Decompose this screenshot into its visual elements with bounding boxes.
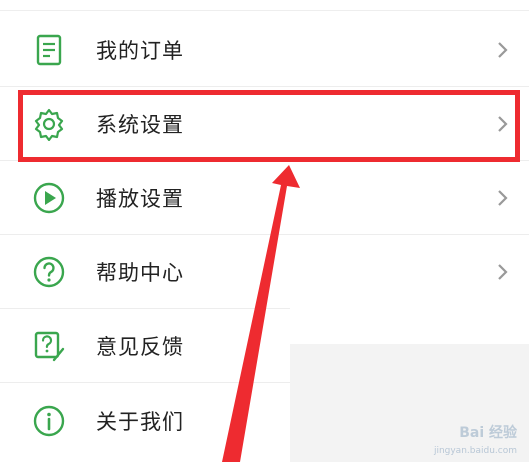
chevron-right-icon	[497, 40, 509, 60]
menu-item-label: 帮助中心	[96, 261, 184, 285]
watermark-url: jingyan.baidu.com	[433, 446, 517, 456]
menu-item-label: 关于我们	[96, 409, 184, 434]
question-icon	[32, 255, 66, 289]
watermark-text: Bai 经验	[459, 425, 517, 441]
menu-item-label: 播放设置	[96, 187, 184, 211]
info-icon	[32, 404, 66, 438]
menu-item-help-center[interactable]: 帮助中心	[0, 236, 529, 309]
play-icon	[32, 181, 66, 215]
chevron-right-icon	[497, 188, 509, 208]
menu-item-label: 意见反馈	[96, 335, 184, 359]
document-icon	[32, 33, 66, 67]
right-gap-white	[290, 308, 529, 344]
top-edge	[0, 0, 529, 11]
chevron-right-icon	[497, 262, 509, 282]
menu-item-feedback[interactable]: 意见反馈	[0, 310, 290, 383]
menu-item-label: 我的订单	[96, 39, 184, 63]
feedback-icon	[32, 329, 66, 363]
menu-item-about-us[interactable]: 关于我们	[0, 384, 290, 457]
menu-item-playback-settings[interactable]: 播放设置	[0, 162, 529, 235]
highlight-box	[18, 90, 520, 162]
menu-item-my-orders[interactable]: 我的订单	[0, 14, 529, 87]
